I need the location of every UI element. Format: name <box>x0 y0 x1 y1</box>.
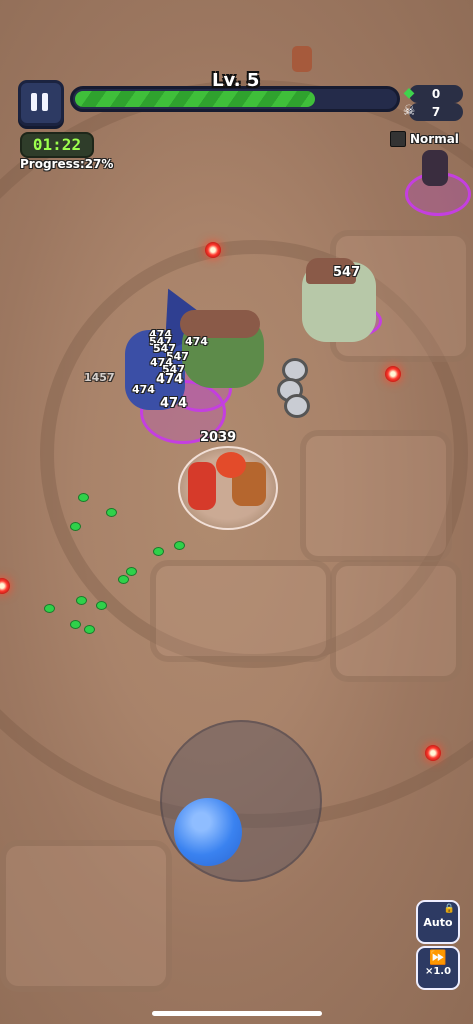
damage-number: 1457 <box>84 371 115 384</box>
damage-number: 547 <box>333 265 361 280</box>
xp-gem <box>70 620 81 629</box>
skull-icon: ☠ <box>402 103 416 119</box>
xp-gem <box>44 604 55 613</box>
mode-label: Normal <box>410 132 459 146</box>
fire-orb <box>425 745 441 761</box>
floor-tile <box>330 560 462 682</box>
home-indicator <box>152 1011 322 1016</box>
lock-icon: 🔒 <box>443 904 455 914</box>
damage-number: 2039 <box>200 430 237 445</box>
pause-button[interactable] <box>18 80 64 126</box>
gem-count: 0 <box>431 87 441 101</box>
enemy-barrel <box>292 46 312 72</box>
fast-forward-icon: ⏩ <box>429 950 447 966</box>
pause-icon <box>42 93 48 111</box>
enemy-bandit <box>422 150 448 186</box>
auto-button[interactable]: 🔒 Auto <box>416 900 460 944</box>
xp-gem <box>126 567 137 576</box>
kill-count: 7 <box>431 105 441 119</box>
floor-tile <box>300 430 452 562</box>
speed-label: ×1.0 <box>424 966 452 977</box>
joystick-knob[interactable] <box>174 798 242 866</box>
supply-pot <box>284 394 310 418</box>
auto-label: Auto <box>423 916 453 929</box>
xp-gem <box>174 541 185 550</box>
xp-gem <box>78 493 89 502</box>
damage-number: 474 <box>156 372 184 387</box>
player-hero-red <box>188 462 216 510</box>
mode-icon <box>390 131 406 147</box>
xp-gem <box>96 601 107 610</box>
fire-orb <box>205 242 221 258</box>
xp-gem <box>118 575 129 584</box>
level-label: Lv. 5 <box>212 70 260 91</box>
xp-gem <box>106 508 117 517</box>
enemy-ogre-hat <box>180 310 260 338</box>
stage-progress: Progress:27% <box>20 157 114 171</box>
damage-number: 474 <box>132 383 155 396</box>
floor-tile <box>150 560 332 662</box>
difficulty-mode: Normal <box>390 131 459 147</box>
stage-timer: 01:22 <box>20 132 94 158</box>
floor-tile <box>0 840 172 992</box>
virtual-joystick[interactable] <box>160 720 322 882</box>
xp-gem <box>153 547 164 556</box>
damage-number: 474 <box>160 396 188 411</box>
kill-counter: ☠ 7 <box>403 103 463 121</box>
speed-button[interactable]: ⏩ ×1.0 <box>416 946 460 990</box>
pause-icon <box>31 93 37 111</box>
xp-gem <box>76 596 87 605</box>
green-gem-icon: ◆ <box>403 85 415 101</box>
fire-orb <box>385 366 401 382</box>
xp-progress-fill <box>75 91 315 107</box>
damage-number: 474 <box>185 335 208 348</box>
xp-gem <box>70 522 81 531</box>
player-hero-hat <box>216 452 246 478</box>
xp-gem <box>84 625 95 634</box>
